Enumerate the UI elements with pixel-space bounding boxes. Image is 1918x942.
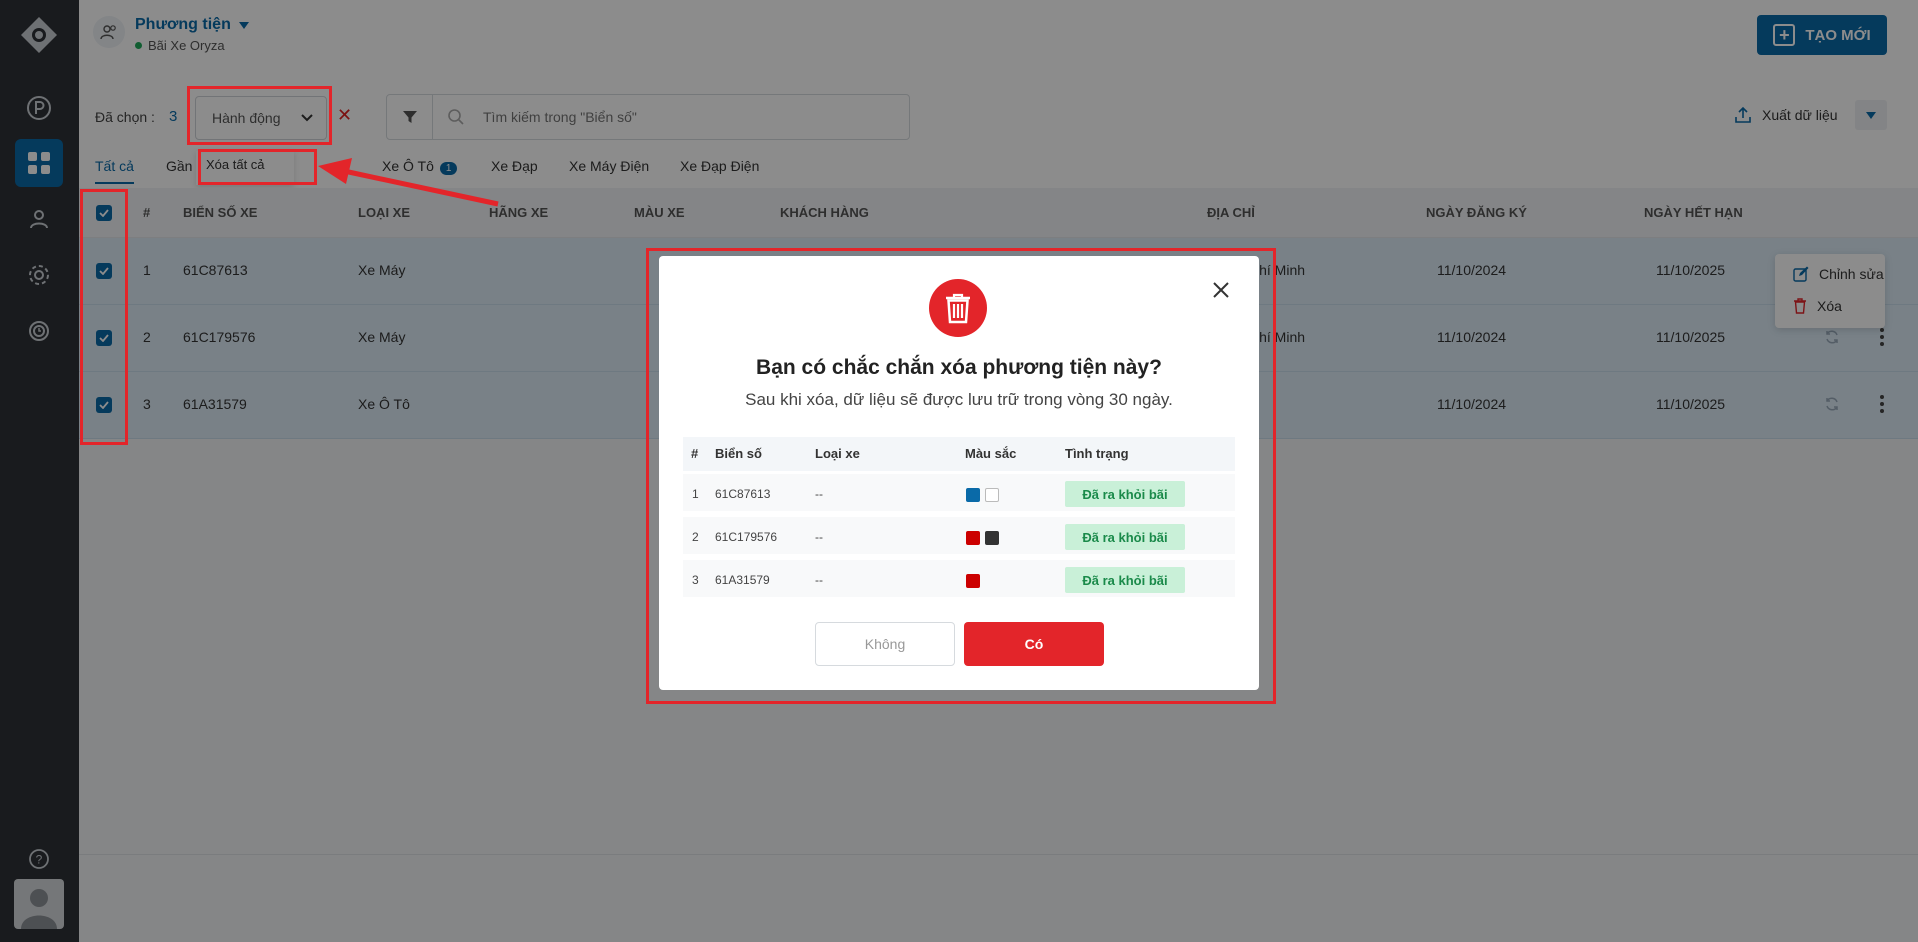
dialog-title: Bạn có chắc chắn xóa phương tiện này? xyxy=(756,356,1162,379)
close-icon[interactable] xyxy=(1213,282,1229,298)
annotation-arrow-icon xyxy=(318,158,499,207)
status-badge: Đã ra khỏi bãi xyxy=(1065,567,1185,593)
color-swatch xyxy=(985,531,999,545)
row-number: 3 xyxy=(692,573,699,587)
color-swatch xyxy=(966,488,980,502)
type-cell: -- xyxy=(815,573,823,587)
cancel-button[interactable]: Không xyxy=(815,622,955,666)
type-cell: -- xyxy=(815,487,823,501)
column-header: Màu sắc xyxy=(965,446,1017,461)
color-swatch xyxy=(966,531,980,545)
delete-confirm-dialog: Bạn có chắc chắn xóa phương tiện này? Sa… xyxy=(659,256,1259,690)
table-row: 3 61A31579 -- Đã ra khỏi bãi xyxy=(683,560,1235,600)
column-header: Tình trạng xyxy=(1065,446,1129,461)
status-badge: Đã ra khỏi bãi xyxy=(1065,524,1185,550)
column-header: # xyxy=(691,446,699,461)
table-row: 2 61C179576 -- Đã ra khỏi bãi xyxy=(683,517,1235,557)
row-number: 1 xyxy=(692,487,699,501)
column-header: Loại xe xyxy=(815,446,860,461)
color-swatch xyxy=(966,574,980,588)
status-badge: Đã ra khỏi bãi xyxy=(1065,481,1185,507)
table-header: # Biển số Loại xe Màu sắc Tình trạng xyxy=(683,437,1235,471)
confirm-delete-button[interactable]: Có xyxy=(964,622,1104,666)
plate-cell: 61C179576 xyxy=(715,530,778,544)
type-cell: -- xyxy=(815,530,823,544)
plate-cell: 61C87613 xyxy=(715,487,771,501)
plate-cell: 61A31579 xyxy=(715,573,770,587)
dialog-subtitle: Sau khi xóa, dữ liệu sẽ được lưu trữ tro… xyxy=(745,390,1173,409)
trash-icon xyxy=(929,279,987,337)
vehicles-to-delete-table: # Biển số Loại xe Màu sắc Tình trạng 1 6… xyxy=(683,437,1235,600)
color-swatch xyxy=(985,488,999,502)
row-number: 2 xyxy=(692,530,699,544)
table-row: 1 61C87613 -- Đã ra khỏi bãi xyxy=(683,474,1235,514)
column-header: Biển số xyxy=(715,446,762,461)
